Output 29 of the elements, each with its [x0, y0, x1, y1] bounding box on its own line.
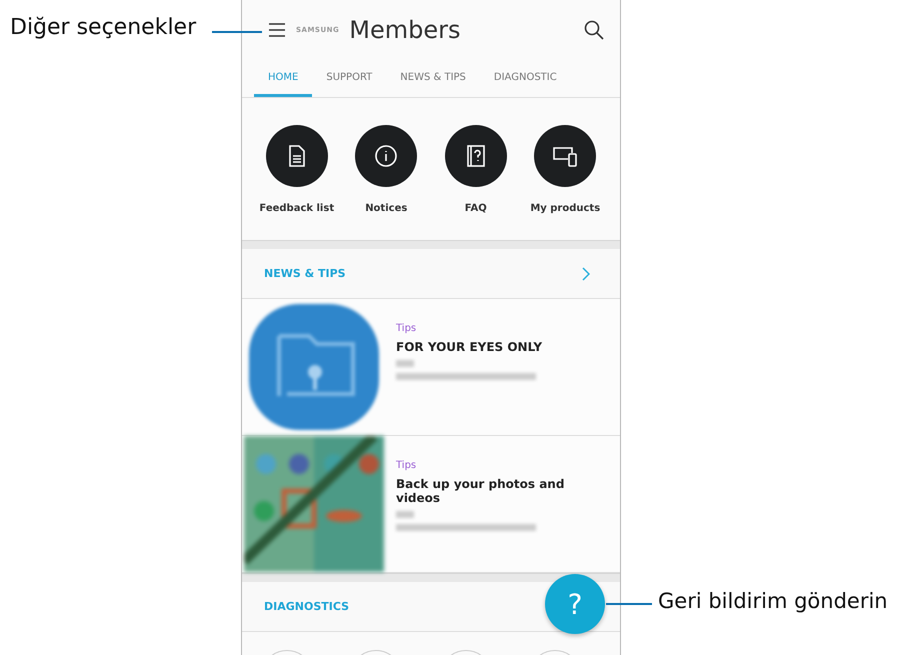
- article-tag: Tips: [396, 460, 566, 471]
- search-icon[interactable]: [584, 20, 604, 40]
- document-icon: [286, 144, 307, 166]
- article-card[interactable]: Tips Back up your photos and videos: [242, 436, 620, 573]
- blurred-text: [396, 511, 414, 518]
- shortcut-label: Notices: [365, 202, 408, 214]
- leader-line: [212, 31, 262, 33]
- article-tag: Tips: [396, 323, 566, 334]
- devices-icon: [552, 144, 578, 166]
- callout-label: Geri bildirim gönderin: [658, 589, 888, 613]
- tab[interactable]: HOME: [254, 60, 312, 97]
- leader-line: [606, 603, 652, 605]
- info-icon: [374, 144, 398, 168]
- blurred-text: [396, 360, 414, 367]
- section-title: NEWS & TIPS: [264, 267, 346, 280]
- shortcut-label: FAQ: [464, 202, 487, 214]
- section-title: DIAGNOSTICS: [264, 600, 350, 613]
- tab[interactable]: DIAGNOSTIC: [480, 60, 571, 97]
- article-title: FOR YOUR EYES ONLY: [396, 340, 544, 354]
- shortcut-label: My products: [530, 202, 600, 214]
- shortcut-label: Feedback list: [259, 202, 334, 214]
- article-title: Back up your photos and videos: [396, 477, 566, 505]
- callout-label: Diğer seçenekler: [10, 15, 196, 40]
- tab[interactable]: SUPPORT: [312, 60, 386, 97]
- folder-app-icon: [247, 302, 381, 432]
- menu-icon[interactable]: [268, 22, 286, 38]
- question-book-icon: [466, 144, 486, 168]
- app-title: Members: [349, 16, 462, 44]
- tab[interactable]: NEWS & TIPS: [386, 60, 480, 97]
